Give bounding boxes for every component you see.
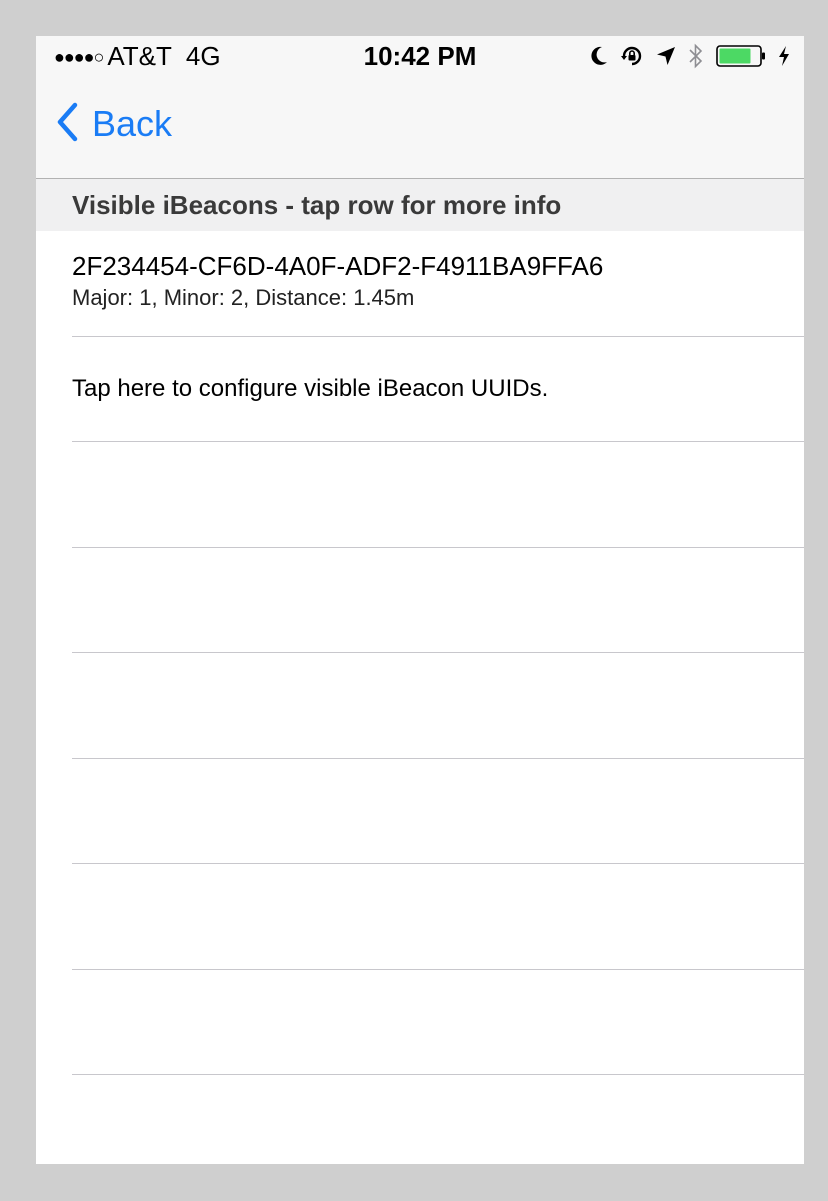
section-header: Visible iBeacons - tap row for more info: [36, 179, 804, 231]
rotation-lock-icon: [620, 44, 644, 68]
row-separator: [72, 441, 804, 442]
configure-uuids-label: Tap here to configure visible iBeacon UU…: [72, 375, 549, 402]
beacon-details: Major: 1, Minor: 2, Distance: 1.45m: [72, 285, 415, 310]
section-header-title: Visible iBeacons - tap row for more info: [72, 190, 562, 220]
empty-row-separator: [72, 863, 804, 864]
navigation-bar: Back: [36, 76, 804, 179]
chevron-left-icon: [56, 102, 78, 147]
empty-row-separator: [72, 547, 804, 548]
phone-screen: ●●●●○ AT&T 4G 10:42 PM Back Visible iBea…: [36, 36, 804, 1164]
empty-row-separator: [72, 969, 804, 970]
status-bar: ●●●●○ AT&T 4G 10:42 PM: [36, 36, 804, 76]
charging-bolt-icon: [778, 45, 790, 67]
status-icons: [590, 41, 790, 71]
configure-uuids-row[interactable]: Tap here to configure visible iBeacon UU…: [36, 337, 804, 441]
back-button[interactable]: Back: [56, 102, 172, 146]
empty-row-separator: [72, 652, 804, 653]
location-arrow-icon: [656, 46, 676, 66]
bluetooth-icon: [688, 43, 704, 69]
back-label: Back: [92, 103, 173, 144]
battery-icon: [716, 45, 766, 67]
beacon-row[interactable]: 2F234454-CF6D-4A0F-ADF2-F4911BA9FFA6 Maj…: [36, 231, 804, 336]
moon-icon: [590, 46, 608, 66]
beacon-uuid: 2F234454-CF6D-4A0F-ADF2-F4911BA9FFA6: [72, 251, 604, 281]
empty-row-separator: [72, 758, 804, 759]
empty-row-separator: [72, 1074, 804, 1075]
